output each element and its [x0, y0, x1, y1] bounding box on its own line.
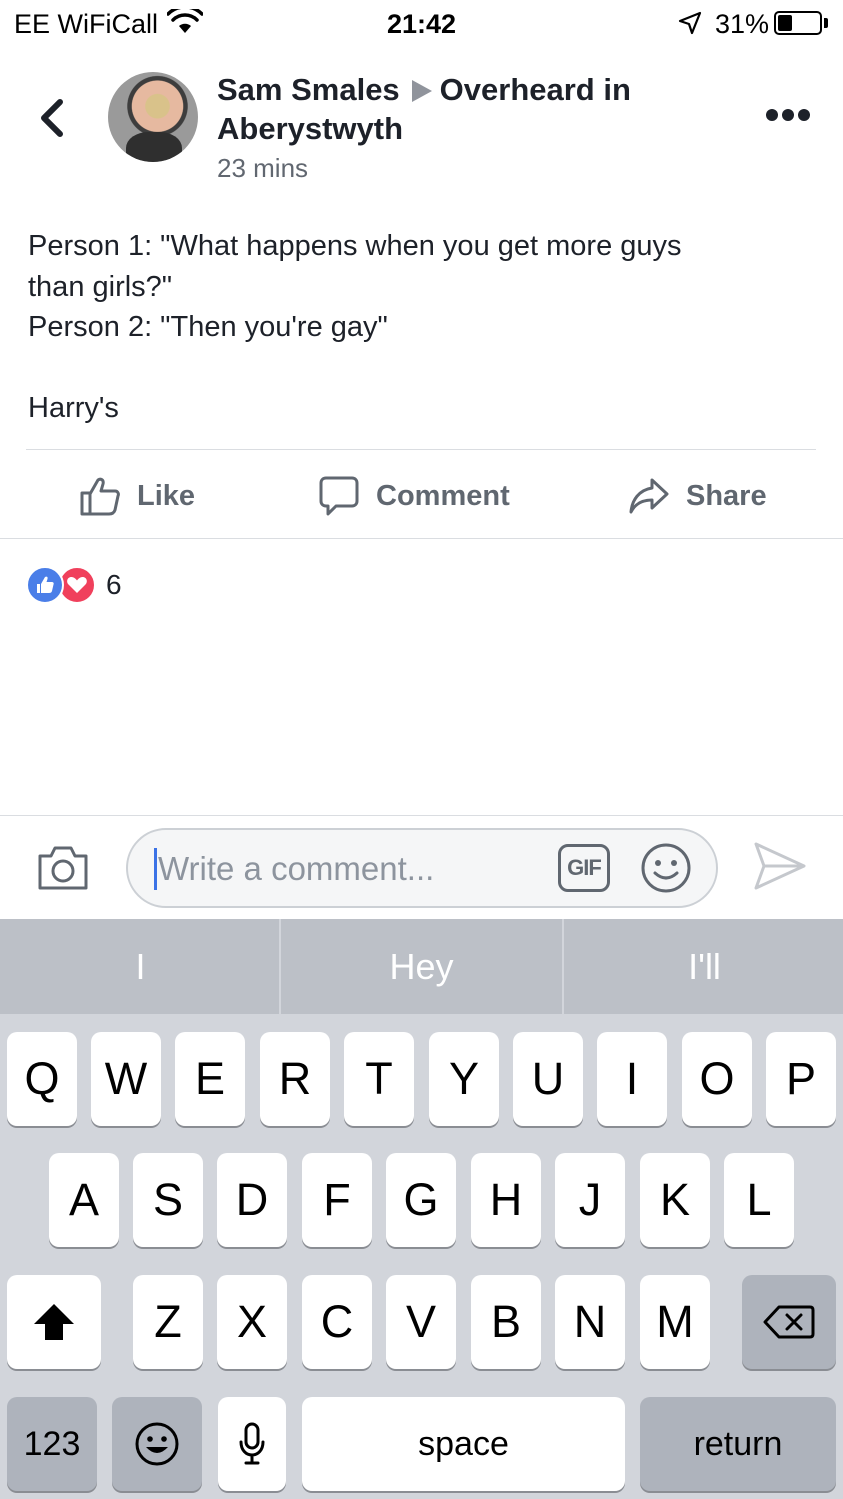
group-name-continued[interactable]: Aberystwyth [217, 111, 403, 146]
key-a[interactable]: A [49, 1153, 119, 1247]
key-s[interactable]: S [133, 1153, 203, 1247]
suggestion[interactable]: Hey [281, 919, 562, 1014]
comment-button[interactable]: Comment [318, 470, 510, 522]
like-reaction-icon [26, 566, 64, 604]
key-w[interactable]: W [91, 1032, 161, 1126]
battery-icon [774, 11, 822, 35]
key-p[interactable]: P [766, 1032, 836, 1126]
comment-input[interactable]: Write a comment... GIF [126, 828, 718, 908]
divider [26, 449, 816, 450]
key-t[interactable]: T [344, 1032, 414, 1126]
battery-tip [824, 18, 828, 28]
posted-in-arrow-icon [411, 80, 432, 102]
gif-button[interactable]: GIF [558, 844, 610, 892]
keyboard: I Hey I'll Q W E R T Y U I O P A S D F G… [0, 919, 843, 1499]
post-body-line: Person 2: "Then you're gay" [28, 311, 388, 343]
key-y[interactable]: Y [429, 1032, 499, 1126]
return-key[interactable]: return [640, 1397, 836, 1491]
emoji-key[interactable] [112, 1397, 202, 1491]
space-key[interactable]: space [302, 1397, 625, 1491]
status-bar: EE WiFiCall 21:42 31% [0, 0, 843, 48]
send-icon[interactable] [752, 838, 808, 894]
microphone-icon [239, 1422, 265, 1465]
battery-percentage: 31% [715, 9, 770, 39]
thumbs-up-icon [80, 477, 120, 516]
key-b[interactable]: B [471, 1275, 541, 1369]
like-label: Like [137, 479, 196, 512]
emoji-icon [135, 1422, 179, 1466]
key-g[interactable]: G [386, 1153, 456, 1247]
key-m[interactable]: M [640, 1275, 710, 1369]
back-chevron-icon[interactable] [36, 96, 68, 140]
post-body-line: Harry's [28, 392, 119, 424]
shift-key[interactable] [7, 1275, 101, 1369]
divider [0, 538, 843, 539]
divider [0, 815, 843, 816]
key-j[interactable]: J [555, 1153, 625, 1247]
key-c[interactable]: C [302, 1275, 372, 1369]
dictation-key[interactable] [218, 1397, 286, 1491]
backspace-key[interactable] [742, 1275, 836, 1369]
key-q[interactable]: Q [7, 1032, 77, 1126]
shift-arrow-icon [34, 1304, 74, 1340]
location-arrow-icon [678, 11, 702, 35]
key-n[interactable]: N [555, 1275, 625, 1369]
like-button[interactable]: Like [79, 470, 195, 522]
share-button[interactable]: Share [628, 470, 767, 522]
share-label: Share [686, 479, 767, 512]
key-f[interactable]: F [302, 1153, 372, 1247]
key-k[interactable]: K [640, 1153, 710, 1247]
more-options-icon[interactable] [766, 108, 814, 124]
key-o[interactable]: O [682, 1032, 752, 1126]
reaction-count: 6 [106, 569, 122, 600]
comment-placeholder: Write a comment... [158, 850, 435, 887]
key-e[interactable]: E [175, 1032, 245, 1126]
predictive-bar: I Hey I'll [0, 919, 843, 1014]
text-cursor [154, 848, 157, 890]
post-body: Person 1: "What happens when you get mor… [28, 226, 818, 429]
post-body-line: Person 1: "What happens when you get mor… [28, 230, 682, 262]
comment-label: Comment [376, 479, 510, 512]
post-author-line: Sam Smales Overheard in Aberystwyth [217, 70, 687, 148]
share-arrow-icon [629, 478, 669, 514]
key-r[interactable]: R [260, 1032, 330, 1126]
reactions-summary[interactable]: 6 [26, 566, 122, 604]
post-timestamp[interactable]: 23 mins [217, 153, 308, 184]
key-l[interactable]: L [724, 1153, 794, 1247]
backspace-icon [763, 1305, 815, 1339]
key-v[interactable]: V [386, 1275, 456, 1369]
key-x[interactable]: X [217, 1275, 287, 1369]
suggestion[interactable]: I'll [564, 919, 843, 1014]
key-u[interactable]: U [513, 1032, 583, 1126]
camera-icon[interactable] [36, 842, 90, 892]
emoji-icon[interactable] [640, 842, 692, 894]
post-body-line: than girls?" [28, 270, 173, 303]
author-name[interactable]: Sam Smales [217, 72, 400, 107]
author-avatar[interactable] [108, 72, 198, 162]
key-z[interactable]: Z [133, 1275, 203, 1369]
suggestion[interactable]: I [0, 919, 281, 1014]
key-h[interactable]: H [471, 1153, 541, 1247]
comment-bubble-icon [319, 476, 359, 516]
key-i[interactable]: I [597, 1032, 667, 1126]
group-name[interactable]: Overheard in [440, 72, 631, 107]
post-body-line [28, 348, 818, 389]
numbers-key[interactable]: 123 [7, 1397, 97, 1491]
key-d[interactable]: D [217, 1153, 287, 1247]
